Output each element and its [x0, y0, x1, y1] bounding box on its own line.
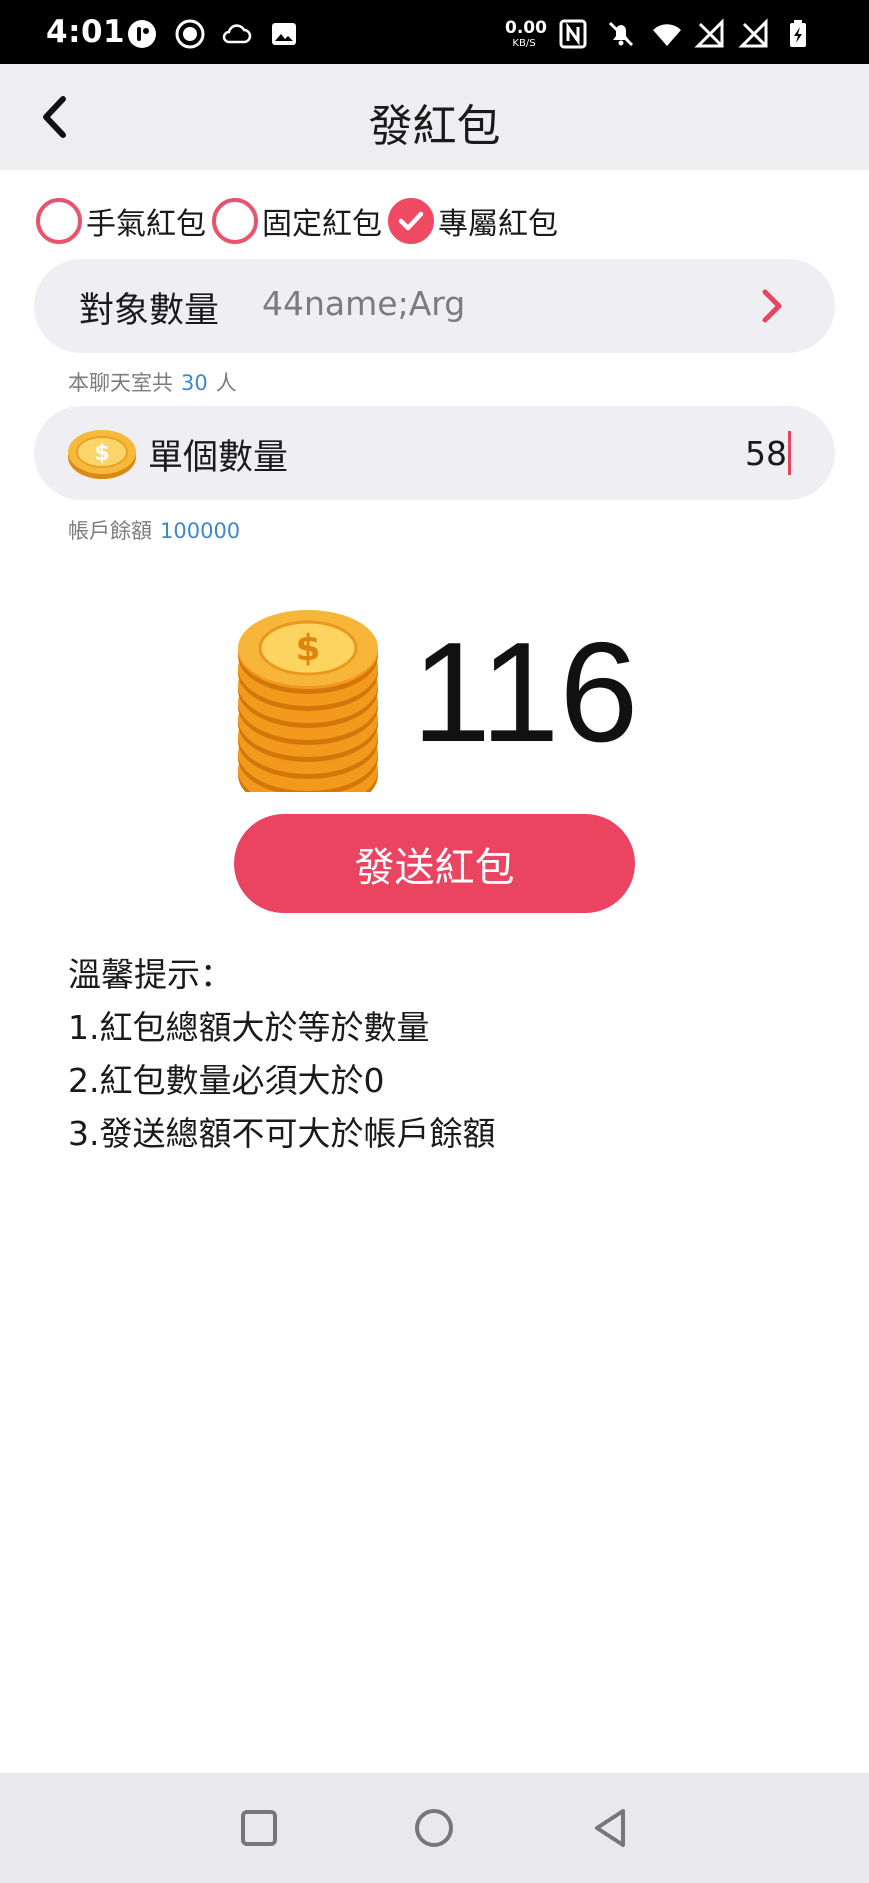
- recent-apps-icon[interactable]: [237, 1806, 281, 1850]
- member-hint-prefix: 本聊天室共: [68, 371, 173, 395]
- radio-label: 手氣紅包: [86, 207, 206, 242]
- radio-unchecked-icon: [36, 198, 82, 244]
- coin-icon: $: [68, 430, 136, 479]
- network-speed: 0.00 KB/S: [505, 18, 547, 49]
- signal-off-icon-2: [738, 18, 768, 48]
- header-bar: 發紅包: [0, 64, 869, 170]
- app-notification-icon: [128, 20, 156, 48]
- member-count: 30: [181, 371, 208, 395]
- target-selector[interactable]: 對象數量 44name;Arg: [34, 259, 835, 353]
- radio-label: 專屬紅包: [438, 207, 558, 242]
- status-bar: 4:01 0.00 KB/S: [0, 0, 869, 64]
- member-count-hint: 本聊天室共 30 人: [68, 367, 237, 397]
- tips-section: 溫馨提示： 1.紅包總額大於等於數量 2.紅包數量必須大於0 3.發送總額不可大…: [68, 948, 496, 1160]
- back-triangle-icon[interactable]: [589, 1806, 633, 1850]
- page-title: 發紅包: [368, 101, 501, 152]
- unit-amount-value: 58: [745, 433, 787, 473]
- network-speed-value: 0.00: [505, 18, 547, 38]
- home-icon[interactable]: [412, 1806, 456, 1850]
- status-time: 4:01: [46, 14, 126, 50]
- check-icon: [398, 211, 424, 231]
- coin-stack-icon: $: [238, 610, 378, 792]
- svg-text:$: $: [295, 628, 320, 669]
- account-balance-hint: 帳戶餘額 100000: [68, 515, 248, 545]
- total-amount: 116: [412, 613, 639, 772]
- text-cursor: [788, 431, 791, 475]
- radio-label: 固定紅包: [262, 207, 382, 242]
- nfc-icon: [559, 19, 587, 49]
- packet-type-radio-group: 手氣紅包 固定紅包 專屬紅包: [36, 196, 564, 246]
- svg-text:$: $: [94, 441, 109, 466]
- cloud-icon: [222, 24, 252, 44]
- bell-muted-icon: [608, 21, 634, 47]
- battery-charging-icon: [790, 20, 806, 47]
- tips-title: 溫馨提示：: [68, 955, 233, 994]
- radio-fixed-packet[interactable]: 固定紅包: [212, 198, 382, 244]
- chevron-right-icon: [762, 289, 782, 323]
- tip-item: 2.紅包數量必須大於0: [68, 1061, 385, 1100]
- tip-item: 3.發送總額不可大於帳戶餘額: [68, 1114, 496, 1153]
- image-icon: [272, 23, 296, 45]
- member-hint-suffix: 人: [215, 371, 237, 395]
- balance-value: 100000: [160, 519, 241, 543]
- tip-item: 1.紅包總額大於等於數量: [68, 1008, 430, 1047]
- target-value: 44name;Arg: [262, 284, 466, 323]
- target-count-label: 對象數量: [79, 291, 220, 331]
- radio-checked-icon: [388, 198, 434, 244]
- record-icon: [175, 19, 205, 49]
- radio-lucky-packet[interactable]: 手氣紅包: [36, 198, 206, 244]
- amount-field: $ 單個數量 58: [34, 406, 835, 500]
- unit-amount-label: 單個數量: [148, 438, 289, 478]
- system-navigation-bar: [0, 1773, 869, 1883]
- radio-unchecked-icon: [212, 198, 258, 244]
- balance-label: 帳戶餘額: [68, 519, 152, 543]
- wifi-icon: [653, 24, 681, 46]
- send-red-packet-button[interactable]: 發送紅包: [234, 814, 635, 913]
- signal-off-icon: [694, 18, 724, 48]
- radio-exclusive-packet[interactable]: 專屬紅包: [388, 198, 558, 244]
- network-speed-unit: KB/S: [512, 38, 536, 49]
- unit-amount-input[interactable]: 58: [745, 428, 791, 478]
